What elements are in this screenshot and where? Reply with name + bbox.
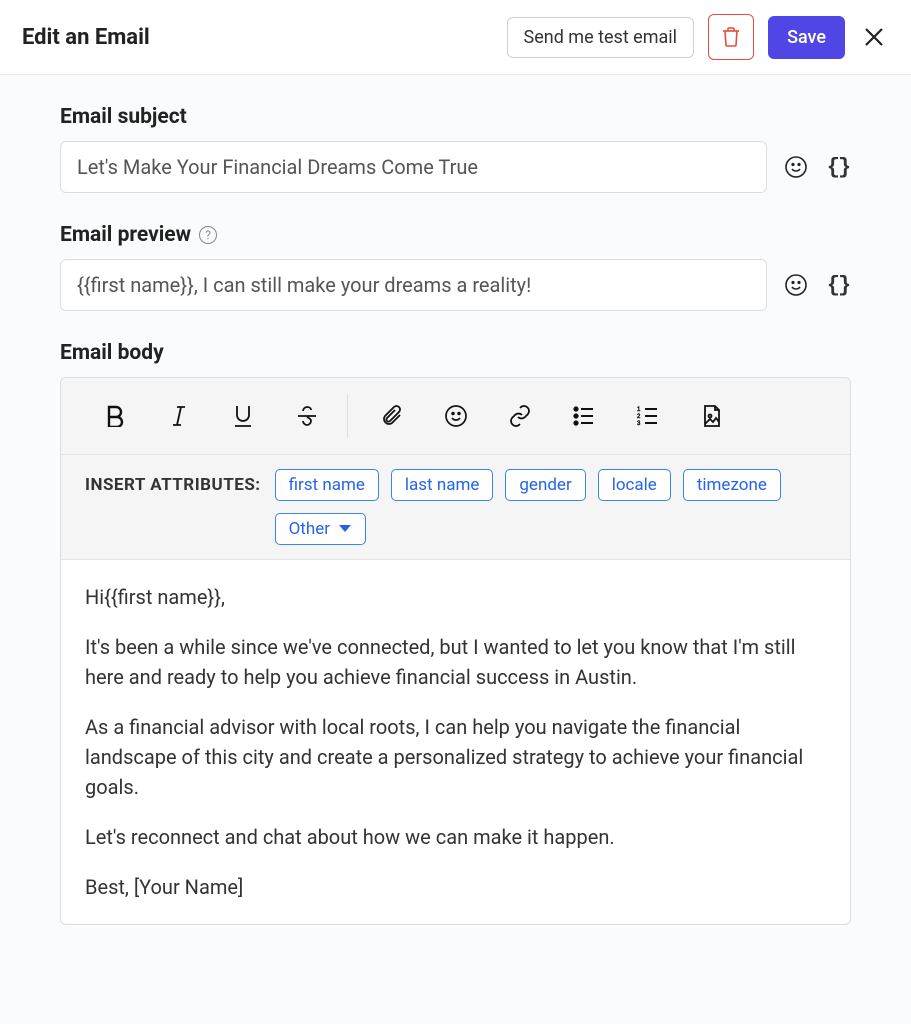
image-button[interactable] xyxy=(682,390,742,442)
italic-icon xyxy=(170,405,188,427)
underline-icon xyxy=(233,404,253,428)
editor-toolbar: 123 xyxy=(61,378,850,455)
bold-icon xyxy=(105,405,125,427)
send-test-button[interactable]: Send me test email xyxy=(507,17,695,58)
save-button[interactable]: Save xyxy=(768,16,845,59)
preview-label-row: Email preview ? xyxy=(60,223,851,247)
link-icon xyxy=(508,404,532,428)
subject-label: Email subject xyxy=(60,105,851,129)
emoji-picker-button[interactable] xyxy=(783,154,809,180)
close-icon xyxy=(863,26,885,48)
braces-icon: {} xyxy=(827,155,849,180)
attributes-label: INSERT ATTRIBUTES: xyxy=(85,469,261,495)
preview-input-row: {} xyxy=(60,259,851,311)
preview-label: Email preview xyxy=(60,223,191,247)
body-paragraph: Best, [Your Name] xyxy=(85,872,826,902)
subject-input-row: {} xyxy=(60,141,851,193)
svg-text:3: 3 xyxy=(637,421,641,426)
attribute-chip[interactable]: last name xyxy=(391,469,494,501)
attachment-button[interactable] xyxy=(362,390,422,442)
attribute-chip[interactable]: gender xyxy=(505,469,585,501)
braces-icon: {} xyxy=(827,273,849,298)
delete-button[interactable] xyxy=(708,14,754,60)
strikethrough-icon xyxy=(296,405,318,427)
attribute-chip[interactable]: timezone xyxy=(683,469,781,501)
bold-button[interactable] xyxy=(85,390,145,442)
smile-icon xyxy=(784,273,808,297)
bullet-list-button[interactable] xyxy=(554,390,614,442)
numbered-list-icon: 123 xyxy=(637,406,659,426)
bullet-list-icon xyxy=(573,406,595,426)
help-icon[interactable]: ? xyxy=(199,226,217,244)
attribute-chip-other[interactable]: Other xyxy=(275,513,366,545)
link-button[interactable] xyxy=(490,390,550,442)
body-paragraph: Hi{{first name}}, xyxy=(85,582,826,612)
attributes-bar: INSERT ATTRIBUTES: first name last name ge… xyxy=(61,455,850,560)
form-content: Email subject {} Email preview xyxy=(0,75,911,995)
image-icon xyxy=(702,404,722,428)
subject-input[interactable] xyxy=(60,141,767,193)
emoji-button[interactable] xyxy=(426,390,486,442)
italic-button[interactable] xyxy=(149,390,209,442)
editor: 123 INSERT ATTRIBUTES: first name last na… xyxy=(60,377,851,925)
smile-icon xyxy=(784,155,808,179)
page-title: Edit an Email xyxy=(22,25,150,50)
body-paragraph: As a financial advisor with local roots,… xyxy=(85,712,826,802)
body-paragraph: Let's reconnect and chat about how we ca… xyxy=(85,822,826,852)
attribute-chips: first name last name gender locale timezone O… xyxy=(275,469,826,545)
preview-group: Email preview ? {} xyxy=(60,223,851,311)
body-editor[interactable]: Hi{{first name}}, It's been a while since… xyxy=(61,560,850,924)
close-button[interactable] xyxy=(859,26,889,48)
emoji-picker-button-preview[interactable] xyxy=(783,272,809,298)
header-actions: Send me test email Save xyxy=(507,14,889,60)
page-header: Edit an Email Send me test email Save xyxy=(0,0,911,75)
paperclip-icon xyxy=(381,404,403,428)
svg-text:1: 1 xyxy=(637,407,641,413)
body-paragraph: It's been a while since we've connected,… xyxy=(85,632,826,692)
trash-icon xyxy=(722,27,740,47)
attribute-chip[interactable]: locale xyxy=(598,469,671,501)
chip-label: Other xyxy=(289,519,330,539)
toolbar-separator xyxy=(347,394,348,438)
svg-text:2: 2 xyxy=(637,414,641,420)
chevron-down-icon xyxy=(338,524,352,534)
numbered-list-button[interactable]: 123 xyxy=(618,390,678,442)
body-group: Email body xyxy=(60,341,851,925)
preview-input[interactable] xyxy=(60,259,767,311)
underline-button[interactable] xyxy=(213,390,273,442)
insert-variable-button[interactable]: {} xyxy=(825,154,851,180)
strikethrough-button[interactable] xyxy=(277,390,337,442)
smile-icon xyxy=(444,404,468,428)
attribute-chip[interactable]: first name xyxy=(275,469,379,501)
insert-variable-button-preview[interactable]: {} xyxy=(825,272,851,298)
body-label: Email body xyxy=(60,341,851,365)
subject-group: Email subject {} xyxy=(60,105,851,193)
